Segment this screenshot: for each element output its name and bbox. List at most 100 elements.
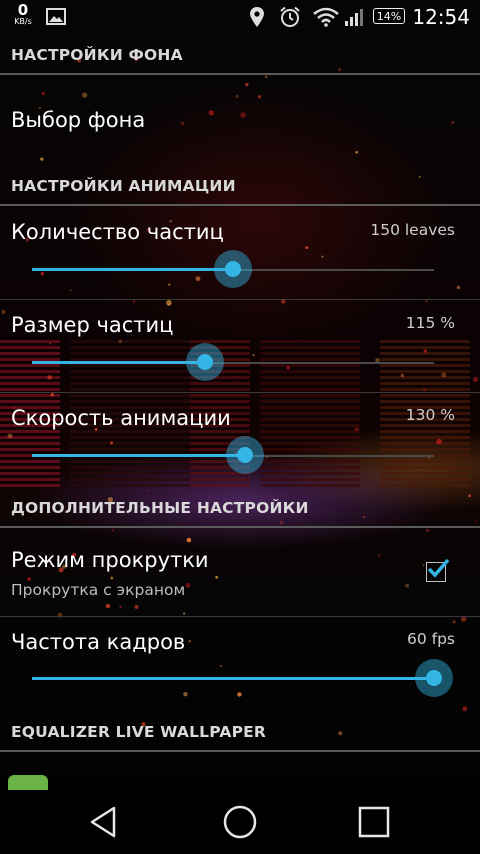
slider-fill xyxy=(32,454,246,457)
particle xyxy=(405,583,410,588)
particle xyxy=(183,612,186,615)
particle xyxy=(7,433,13,439)
location-icon xyxy=(250,7,264,27)
section-divider xyxy=(0,526,480,528)
particle xyxy=(40,157,44,161)
particle xyxy=(436,438,442,445)
particle xyxy=(132,300,136,303)
particle xyxy=(235,95,239,98)
particle xyxy=(245,83,249,87)
particle xyxy=(1,309,6,314)
app-icon xyxy=(8,775,48,790)
battery-percentage: 14% xyxy=(376,9,402,23)
section-header-background: НАСТРОЙКИ ФОНА xyxy=(11,46,183,64)
particle xyxy=(119,605,122,609)
item-divider xyxy=(0,616,480,617)
particle xyxy=(461,616,467,622)
particle xyxy=(240,112,246,118)
particle xyxy=(50,393,54,397)
particle xyxy=(426,528,429,532)
scroll-mode-checkbox[interactable] xyxy=(426,558,450,582)
frame-rate-slider[interactable] xyxy=(32,659,453,699)
network-speed-unit: KB/s xyxy=(14,17,32,26)
particle-count-title: Количество частиц xyxy=(11,220,224,244)
particle xyxy=(468,494,471,498)
slider-thumb[interactable] xyxy=(237,447,254,463)
particle xyxy=(208,110,214,116)
animation-speed-title: Скорость анимации xyxy=(11,406,231,430)
particle xyxy=(451,121,455,125)
particle xyxy=(110,576,114,580)
particle xyxy=(279,520,284,525)
particle xyxy=(215,575,219,579)
particle xyxy=(147,490,150,492)
particle xyxy=(338,68,341,71)
section-header-additional: ДОПОЛНИТЕЛЬНЫЕ НАСТРОЙКИ xyxy=(11,499,309,517)
particle xyxy=(474,520,477,523)
particle xyxy=(111,529,114,532)
item-divider xyxy=(0,392,480,393)
frame-rate-title: Частота кадров xyxy=(11,630,186,654)
section-divider xyxy=(0,750,480,752)
wifi-icon xyxy=(313,7,339,27)
navigation-bar xyxy=(0,790,480,854)
particle xyxy=(180,121,185,126)
particle-size-slider[interactable] xyxy=(32,343,434,383)
status-bar: 0 KB/s 14% 12:54 xyxy=(0,0,480,34)
checkmark-icon xyxy=(427,558,450,578)
alarm-icon xyxy=(280,6,300,27)
particle-count-value: 150 leaves xyxy=(370,221,455,239)
signal-icon xyxy=(345,9,363,26)
back-icon[interactable] xyxy=(86,804,126,840)
particle xyxy=(41,91,45,95)
home-icon[interactable] xyxy=(220,804,260,840)
list-item-partial[interactable] xyxy=(0,768,480,790)
animation-speed-value: 130 % xyxy=(405,406,455,424)
particle xyxy=(452,620,456,624)
particle xyxy=(441,372,447,378)
particle xyxy=(81,92,88,98)
network-speed: 0 KB/s xyxy=(10,3,36,26)
slider-fill xyxy=(32,677,434,680)
scroll-mode-title[interactable]: Режим прокрутки xyxy=(11,548,209,572)
particle xyxy=(355,151,359,154)
particle xyxy=(188,640,191,643)
particle xyxy=(473,376,478,382)
particle xyxy=(257,95,262,99)
particle-size-value: 115 % xyxy=(405,314,455,332)
particle xyxy=(281,299,286,304)
scroll-mode-summary: Прокрутка с экраном xyxy=(11,581,186,599)
particle xyxy=(185,583,191,588)
battery-icon: 14% xyxy=(373,8,405,24)
image-icon xyxy=(46,8,66,25)
particle-size-title: Размер частиц xyxy=(11,313,174,337)
particle xyxy=(456,285,461,290)
animation-speed-slider[interactable] xyxy=(32,436,434,476)
particle xyxy=(305,246,309,250)
section-divider xyxy=(0,73,480,75)
particle-count-slider[interactable] xyxy=(32,250,434,290)
choose-background-item[interactable]: Выбор фона xyxy=(11,108,145,132)
particle xyxy=(425,299,428,303)
slider-thumb[interactable] xyxy=(196,354,213,370)
recent-apps-icon[interactable] xyxy=(354,804,394,840)
frame-rate-value: 60 fps xyxy=(406,630,455,648)
particle xyxy=(166,300,172,306)
clock: 12:54 xyxy=(412,5,470,29)
network-speed-value: 0 xyxy=(17,1,29,19)
particle xyxy=(186,537,192,543)
slider-thumb[interactable] xyxy=(225,261,241,277)
section-header-animation: НАСТРОЙКИ АНИМАЦИИ xyxy=(11,177,236,195)
section-header-equalizer: EQUALIZER LIVE WALLPAPER xyxy=(11,723,267,741)
particle xyxy=(462,706,468,712)
particle xyxy=(264,75,268,79)
particle xyxy=(423,388,426,391)
item-divider xyxy=(0,299,480,300)
particle xyxy=(105,603,111,609)
particle xyxy=(377,554,381,557)
slider-fill xyxy=(32,268,233,271)
section-divider xyxy=(0,204,480,206)
particle xyxy=(134,604,139,610)
slider-thumb[interactable] xyxy=(426,670,442,686)
particle xyxy=(354,427,359,431)
